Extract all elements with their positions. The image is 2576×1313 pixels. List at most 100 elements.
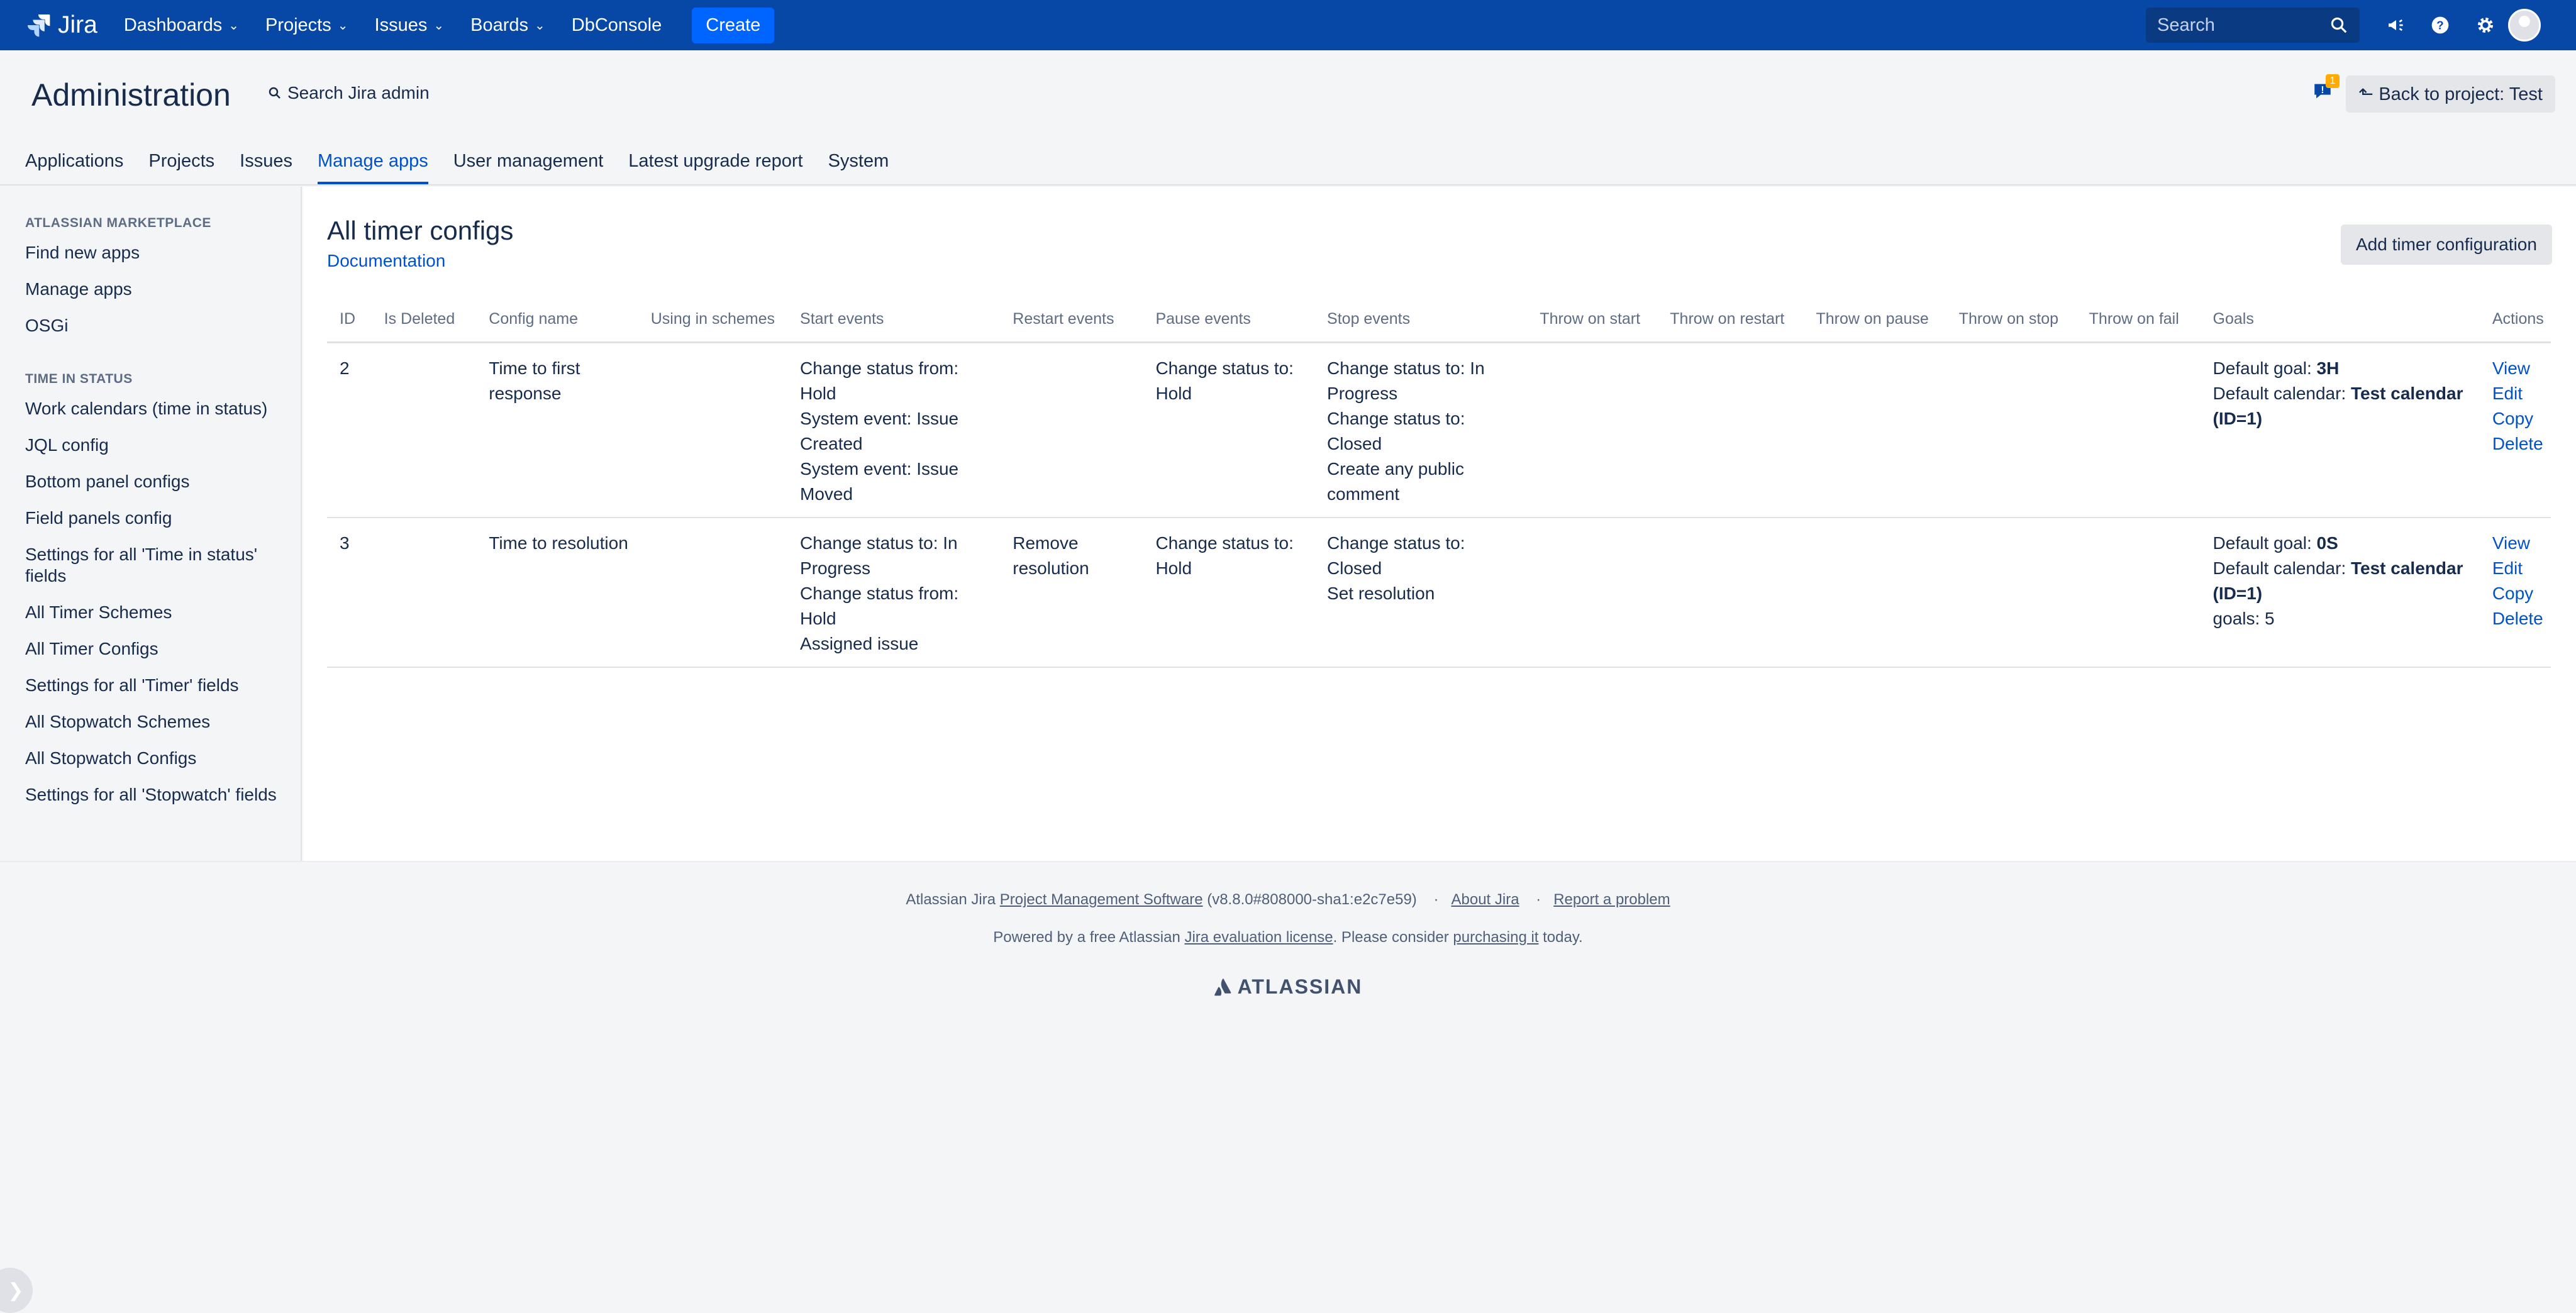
footer: Atlassian Jira Project Management Softwa… (0, 861, 2576, 1309)
sidebar-item[interactable]: Field panels config (25, 507, 289, 529)
throw-on-restart (1657, 342, 1804, 518)
nav-menu: Dashboards ⌄ Projects ⌄ Issues ⌄ Boards ⌄ DbCons… (97, 15, 662, 36)
sidebar-item[interactable]: All Stopwatch Schemes (25, 711, 289, 733)
throw-on-start (1527, 518, 1658, 668)
sidebar-item[interactable]: Settings for all 'Time in status' fields (25, 544, 289, 587)
column-header[interactable]: Start events (787, 306, 1001, 343)
sidebar-item[interactable]: OSGi (25, 315, 289, 336)
column-header[interactable]: Is Deleted (371, 306, 477, 343)
pause-events: Change status to: Hold (1143, 518, 1315, 668)
add-timer-configuration-button[interactable]: Add timer configuration (2341, 224, 2552, 265)
nav-issues[interactable]: Issues ⌄ (375, 15, 445, 36)
tab-latest-upgrade-report[interactable]: Latest upgrade report (628, 151, 802, 184)
sidebar-item[interactable]: Work calendars (time in status) (25, 398, 289, 419)
create-button[interactable]: Create (692, 7, 775, 43)
sidebar-item[interactable]: All Stopwatch Configs (25, 748, 289, 769)
copy-action-link[interactable]: Copy (2492, 406, 2545, 431)
event-item: Change status from: Hold (800, 358, 959, 403)
column-header[interactable]: Config name (476, 306, 638, 343)
column-header[interactable]: Throw on stop (1946, 306, 2077, 343)
column-header[interactable]: Stop events (1314, 306, 1528, 343)
sidebar-item[interactable]: Find new apps (25, 242, 289, 263)
throw-on-stop (1946, 342, 2077, 518)
delete-action-link[interactable]: Delete (2492, 606, 2545, 631)
sidebar-section-time-in-status: Work calendars (time in status) JQL confi… (0, 398, 301, 806)
tab-manage-apps[interactable]: Manage apps (317, 151, 428, 184)
table-header-row: ID Is Deleted Config name Using in schemes S… (327, 306, 2551, 343)
footer-product: Atlassian Jira (906, 891, 1000, 908)
sidebar-item[interactable]: All Timer Configs (25, 638, 289, 660)
column-header[interactable]: Goals (2200, 306, 2480, 343)
project-management-software-link[interactable]: Project Management Software (1000, 891, 1203, 908)
nav-dashboards[interactable]: Dashboards ⌄ (124, 15, 239, 36)
throw-on-pause (1803, 342, 1946, 518)
report-problem-link[interactable]: Report a problem (1553, 891, 1670, 908)
event-item: Remove resolution (1013, 533, 1089, 578)
tab-applications[interactable]: Applications (25, 151, 123, 184)
is-deleted (371, 518, 477, 668)
actions: View Edit Copy Delete (2479, 518, 2551, 668)
tab-projects[interactable]: Projects (148, 151, 214, 184)
back-to-project-button[interactable]: ⬑ Back to project: Test (2346, 75, 2555, 113)
event-item: Change status to: Closed (1327, 533, 1465, 578)
tab-user-management[interactable]: User management (453, 151, 604, 184)
column-header[interactable]: Actions (2479, 306, 2551, 343)
search-input[interactable]: Search (2146, 8, 2360, 43)
stop-events: Change status to: Closed Set resolution (1314, 518, 1528, 668)
admin-search-link[interactable]: Search Jira admin (267, 83, 430, 103)
admin-tabs: Applications Projects Issues Manage apps Use… (25, 151, 889, 184)
feedback-icon[interactable]: ! 1 (2312, 74, 2340, 102)
footer-license-prefix: Powered by a free Atlassian (993, 929, 1185, 946)
settings-icon[interactable] (2473, 13, 2498, 38)
column-header[interactable]: Throw on start (1527, 306, 1658, 343)
view-action-link[interactable]: View (2492, 356, 2545, 381)
notifications-icon[interactable] (2384, 13, 2409, 38)
edit-action-link[interactable]: Edit (2492, 381, 2545, 406)
view-action-link[interactable]: View (2492, 531, 2545, 556)
column-header[interactable]: Restart events (1000, 306, 1143, 343)
column-header[interactable]: Throw on fail (2076, 306, 2201, 343)
sidebar-item[interactable]: Manage apps (25, 279, 289, 300)
column-header[interactable]: ID (327, 306, 372, 343)
nav-dbconsole[interactable]: DbConsole (572, 15, 662, 36)
purchasing-link[interactable]: purchasing it (1453, 929, 1538, 946)
edit-action-link[interactable]: Edit (2492, 556, 2545, 581)
event-item: Change status to: In Progress (800, 533, 958, 578)
sidebar-item[interactable]: Settings for all 'Timer' fields (25, 675, 289, 696)
search-icon (2331, 17, 2347, 33)
copy-action-link[interactable]: Copy (2492, 581, 2545, 606)
actions: View Edit Copy Delete (2479, 342, 2551, 518)
admin-search-label: Search Jira admin (287, 83, 430, 102)
column-header[interactable]: Using in schemes (638, 306, 788, 343)
jira-logo[interactable]: Jira (25, 11, 97, 39)
documentation-link[interactable]: Documentation (327, 251, 445, 271)
delete-action-link[interactable]: Delete (2492, 431, 2545, 457)
config-id: 2 (327, 342, 372, 518)
tab-issues[interactable]: Issues (240, 151, 292, 184)
sidebar-item[interactable]: Bottom panel configs (25, 471, 289, 492)
sidebar-heading-time-in-status: TIME IN STATUS (25, 372, 133, 386)
about-jira-link[interactable]: About Jira (1451, 891, 1519, 908)
column-header[interactable]: Pause events (1143, 306, 1315, 343)
table-body: 2 Time to first response Change status fro… (327, 342, 2551, 668)
evaluation-license-link[interactable]: Jira evaluation license (1184, 929, 1333, 946)
restart-events (1000, 342, 1143, 518)
nav-projects[interactable]: Projects ⌄ (265, 15, 348, 36)
event-item: System event: Issue Created (800, 409, 959, 453)
column-header[interactable]: Throw on restart (1657, 306, 1804, 343)
chevron-down-icon: ⌄ (337, 18, 348, 33)
event-item: Change status to: Hold (1155, 358, 1294, 403)
svg-text:?: ? (2436, 19, 2443, 32)
nav-label: Dashboards (123, 14, 223, 35)
sidebar-item[interactable]: Settings for all 'Stopwatch' fields (25, 784, 289, 806)
sidebar-item[interactable]: JQL config (25, 435, 289, 456)
goals: Default goal: 0S Default calendar: Test c… (2200, 518, 2480, 668)
nav-boards[interactable]: Boards ⌄ (470, 15, 545, 36)
tab-system[interactable]: System (828, 151, 889, 184)
help-icon[interactable]: ? (2428, 13, 2453, 38)
goal-value: 3H (2316, 358, 2340, 378)
column-header[interactable]: Throw on pause (1803, 306, 1946, 343)
event-item: Change status to: In Progress (1327, 358, 1485, 403)
avatar[interactable] (2508, 9, 2541, 42)
sidebar-item[interactable]: All Timer Schemes (25, 602, 289, 623)
